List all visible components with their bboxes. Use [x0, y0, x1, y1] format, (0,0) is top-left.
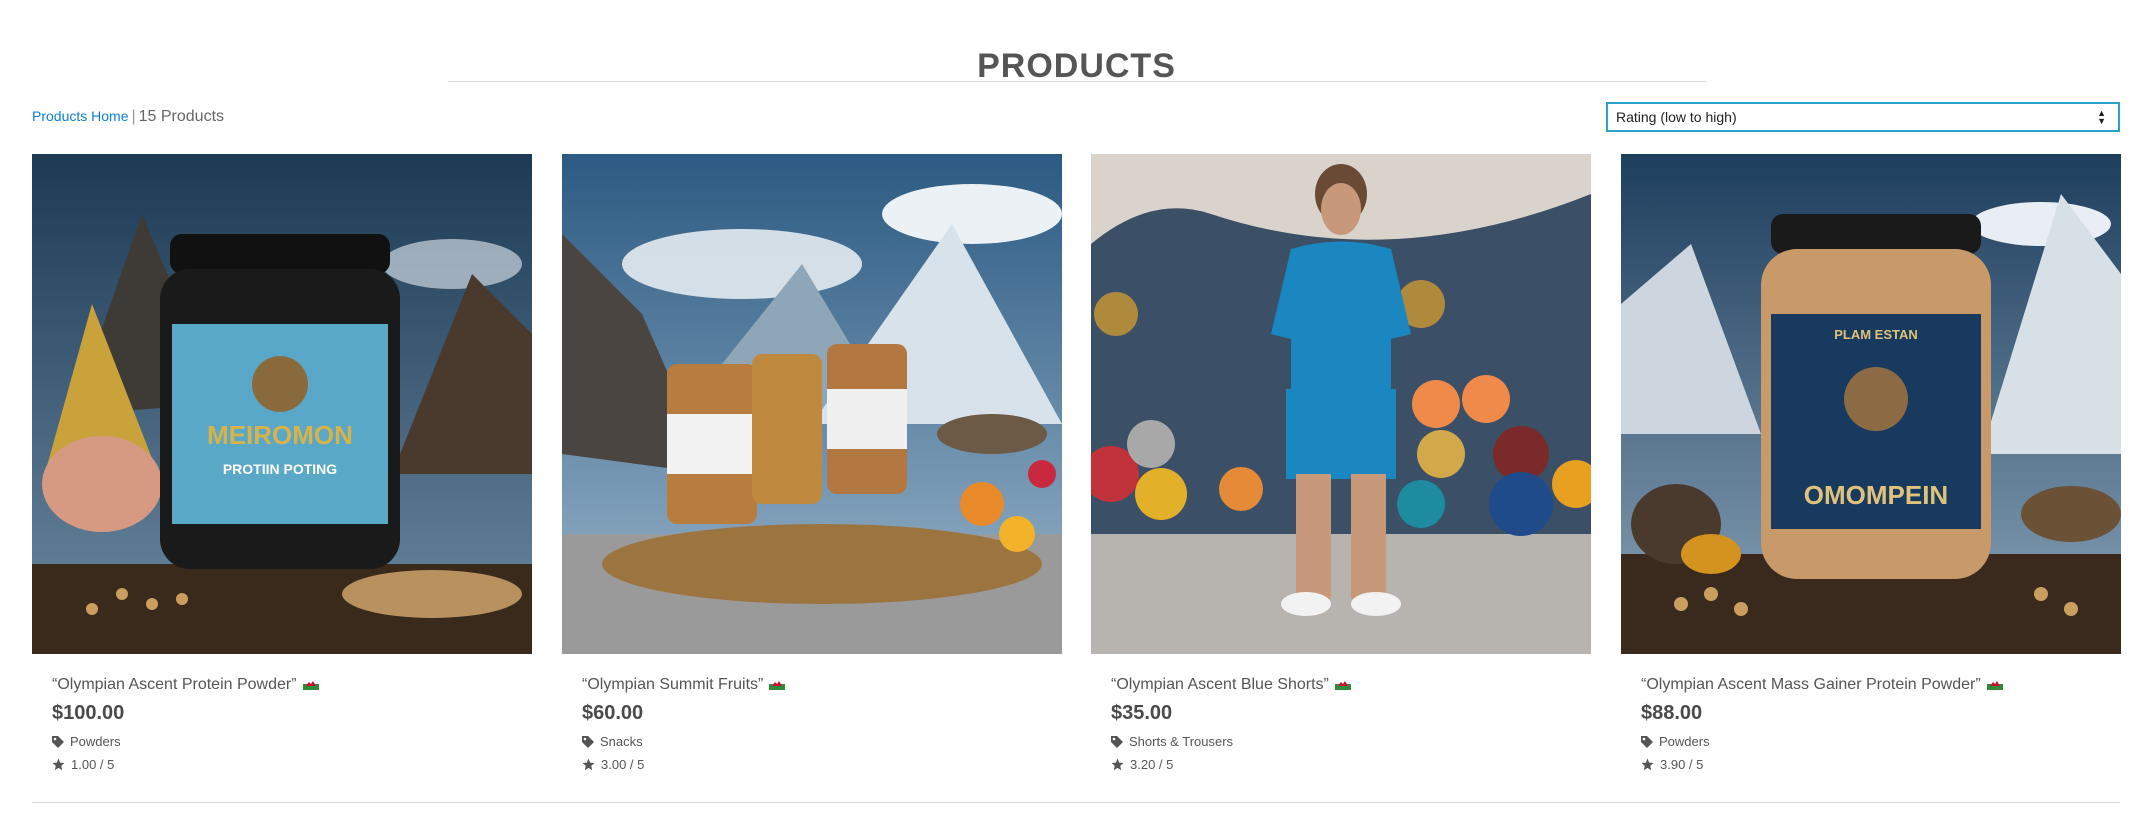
product-price: $100.00 [52, 702, 125, 724]
product-rating: 3.20 / 5 [1111, 757, 1173, 772]
product-name[interactable]: “Olympian Summit Fruits” [582, 676, 786, 694]
tag-icon [582, 735, 594, 748]
product-rating-value: 3.90 / 5 [1660, 757, 1704, 772]
product-price: $88.00 [1641, 702, 1703, 724]
product-price: $60.00 [582, 702, 644, 724]
product-image[interactable]: PLAM ESTAN OMOMPEIN [1621, 154, 2121, 654]
sort-select[interactable]: Rating (low to high) ▲ ▼ [1606, 102, 2120, 132]
product-name[interactable]: “Olympian Ascent Blue Shorts” [1111, 676, 1351, 694]
page-title: PRODUCTS [977, 46, 1176, 85]
product-card[interactable]: “Olympian Summit Fruits” $60.00 Snacks 3… [562, 154, 1062, 794]
product-name[interactable]: “Olympian Ascent Mass Gainer Protein Pow… [1641, 676, 2003, 694]
product-image[interactable] [1091, 154, 1591, 654]
product-category-link[interactable]: Shorts & Trousers [1111, 734, 1233, 749]
product-category-link[interactable]: Powders [1641, 734, 1710, 749]
product-card[interactable]: “Olympian Ascent Blue Shorts” $35.00 Sho… [1091, 154, 1591, 794]
flag-icon [769, 677, 786, 690]
select-arrows-icon: ▲ ▼ [2097, 108, 2106, 126]
star-icon [1641, 758, 1654, 771]
star-icon [1111, 758, 1124, 771]
product-image[interactable]: MEIROMON PROTIIN POTING [32, 154, 532, 654]
flag-icon [302, 677, 319, 690]
product-rating: 3.90 / 5 [1641, 757, 1703, 772]
product-category: Shorts & Trousers [1129, 734, 1234, 749]
svg-text:OMOMPEIN: OMOMPEIN [1804, 480, 1948, 510]
product-name[interactable]: “Olympian Ascent Protein Powder” [52, 676, 319, 694]
product-count: 15 Products [138, 108, 225, 125]
product-rating: 1.00 / 5 [52, 757, 114, 772]
products-home-link[interactable]: Products Home [32, 108, 128, 124]
product-card[interactable]: MEIROMON PROTIIN POTING “Olympian Ascent… [32, 154, 532, 794]
svg-text:PLAM ESTAN: PLAM ESTAN [1834, 327, 1918, 342]
product-category: Powders [1659, 734, 1710, 749]
star-icon [52, 758, 65, 771]
product-category: Snacks [600, 734, 643, 749]
product-rating: 3.00 / 5 [582, 757, 644, 772]
flag-icon [1986, 677, 2003, 690]
product-card[interactable]: PLAM ESTAN OMOMPEIN “Olympian Ascent Mas… [1621, 154, 2121, 794]
bottom-divider [32, 802, 2120, 803]
breadcrumb-separator: | [131, 108, 136, 125]
product-category-link[interactable]: Powders [52, 734, 121, 749]
title-divider [448, 81, 1706, 82]
product-rating-value: 3.20 / 5 [1130, 757, 1174, 772]
tag-icon [1111, 735, 1123, 748]
tag-icon [1641, 735, 1653, 748]
product-rating-value: 3.00 / 5 [601, 757, 645, 772]
sort-selected-value: Rating (low to high) [1616, 109, 1737, 125]
product-price: $35.00 [1111, 702, 1173, 724]
tag-icon [52, 735, 64, 748]
flag-icon [1334, 677, 1351, 690]
breadcrumb: Products Home | 15 Products [32, 108, 224, 126]
product-image[interactable] [562, 154, 1062, 654]
product-category: Powders [70, 734, 121, 749]
product-rating-value: 1.00 / 5 [71, 757, 115, 772]
svg-text:MEIROMON: MEIROMON [207, 420, 353, 450]
svg-text:PROTIIN POTING: PROTIIN POTING [223, 461, 337, 477]
star-icon [582, 758, 595, 771]
product-category-link[interactable]: Snacks [582, 734, 643, 749]
